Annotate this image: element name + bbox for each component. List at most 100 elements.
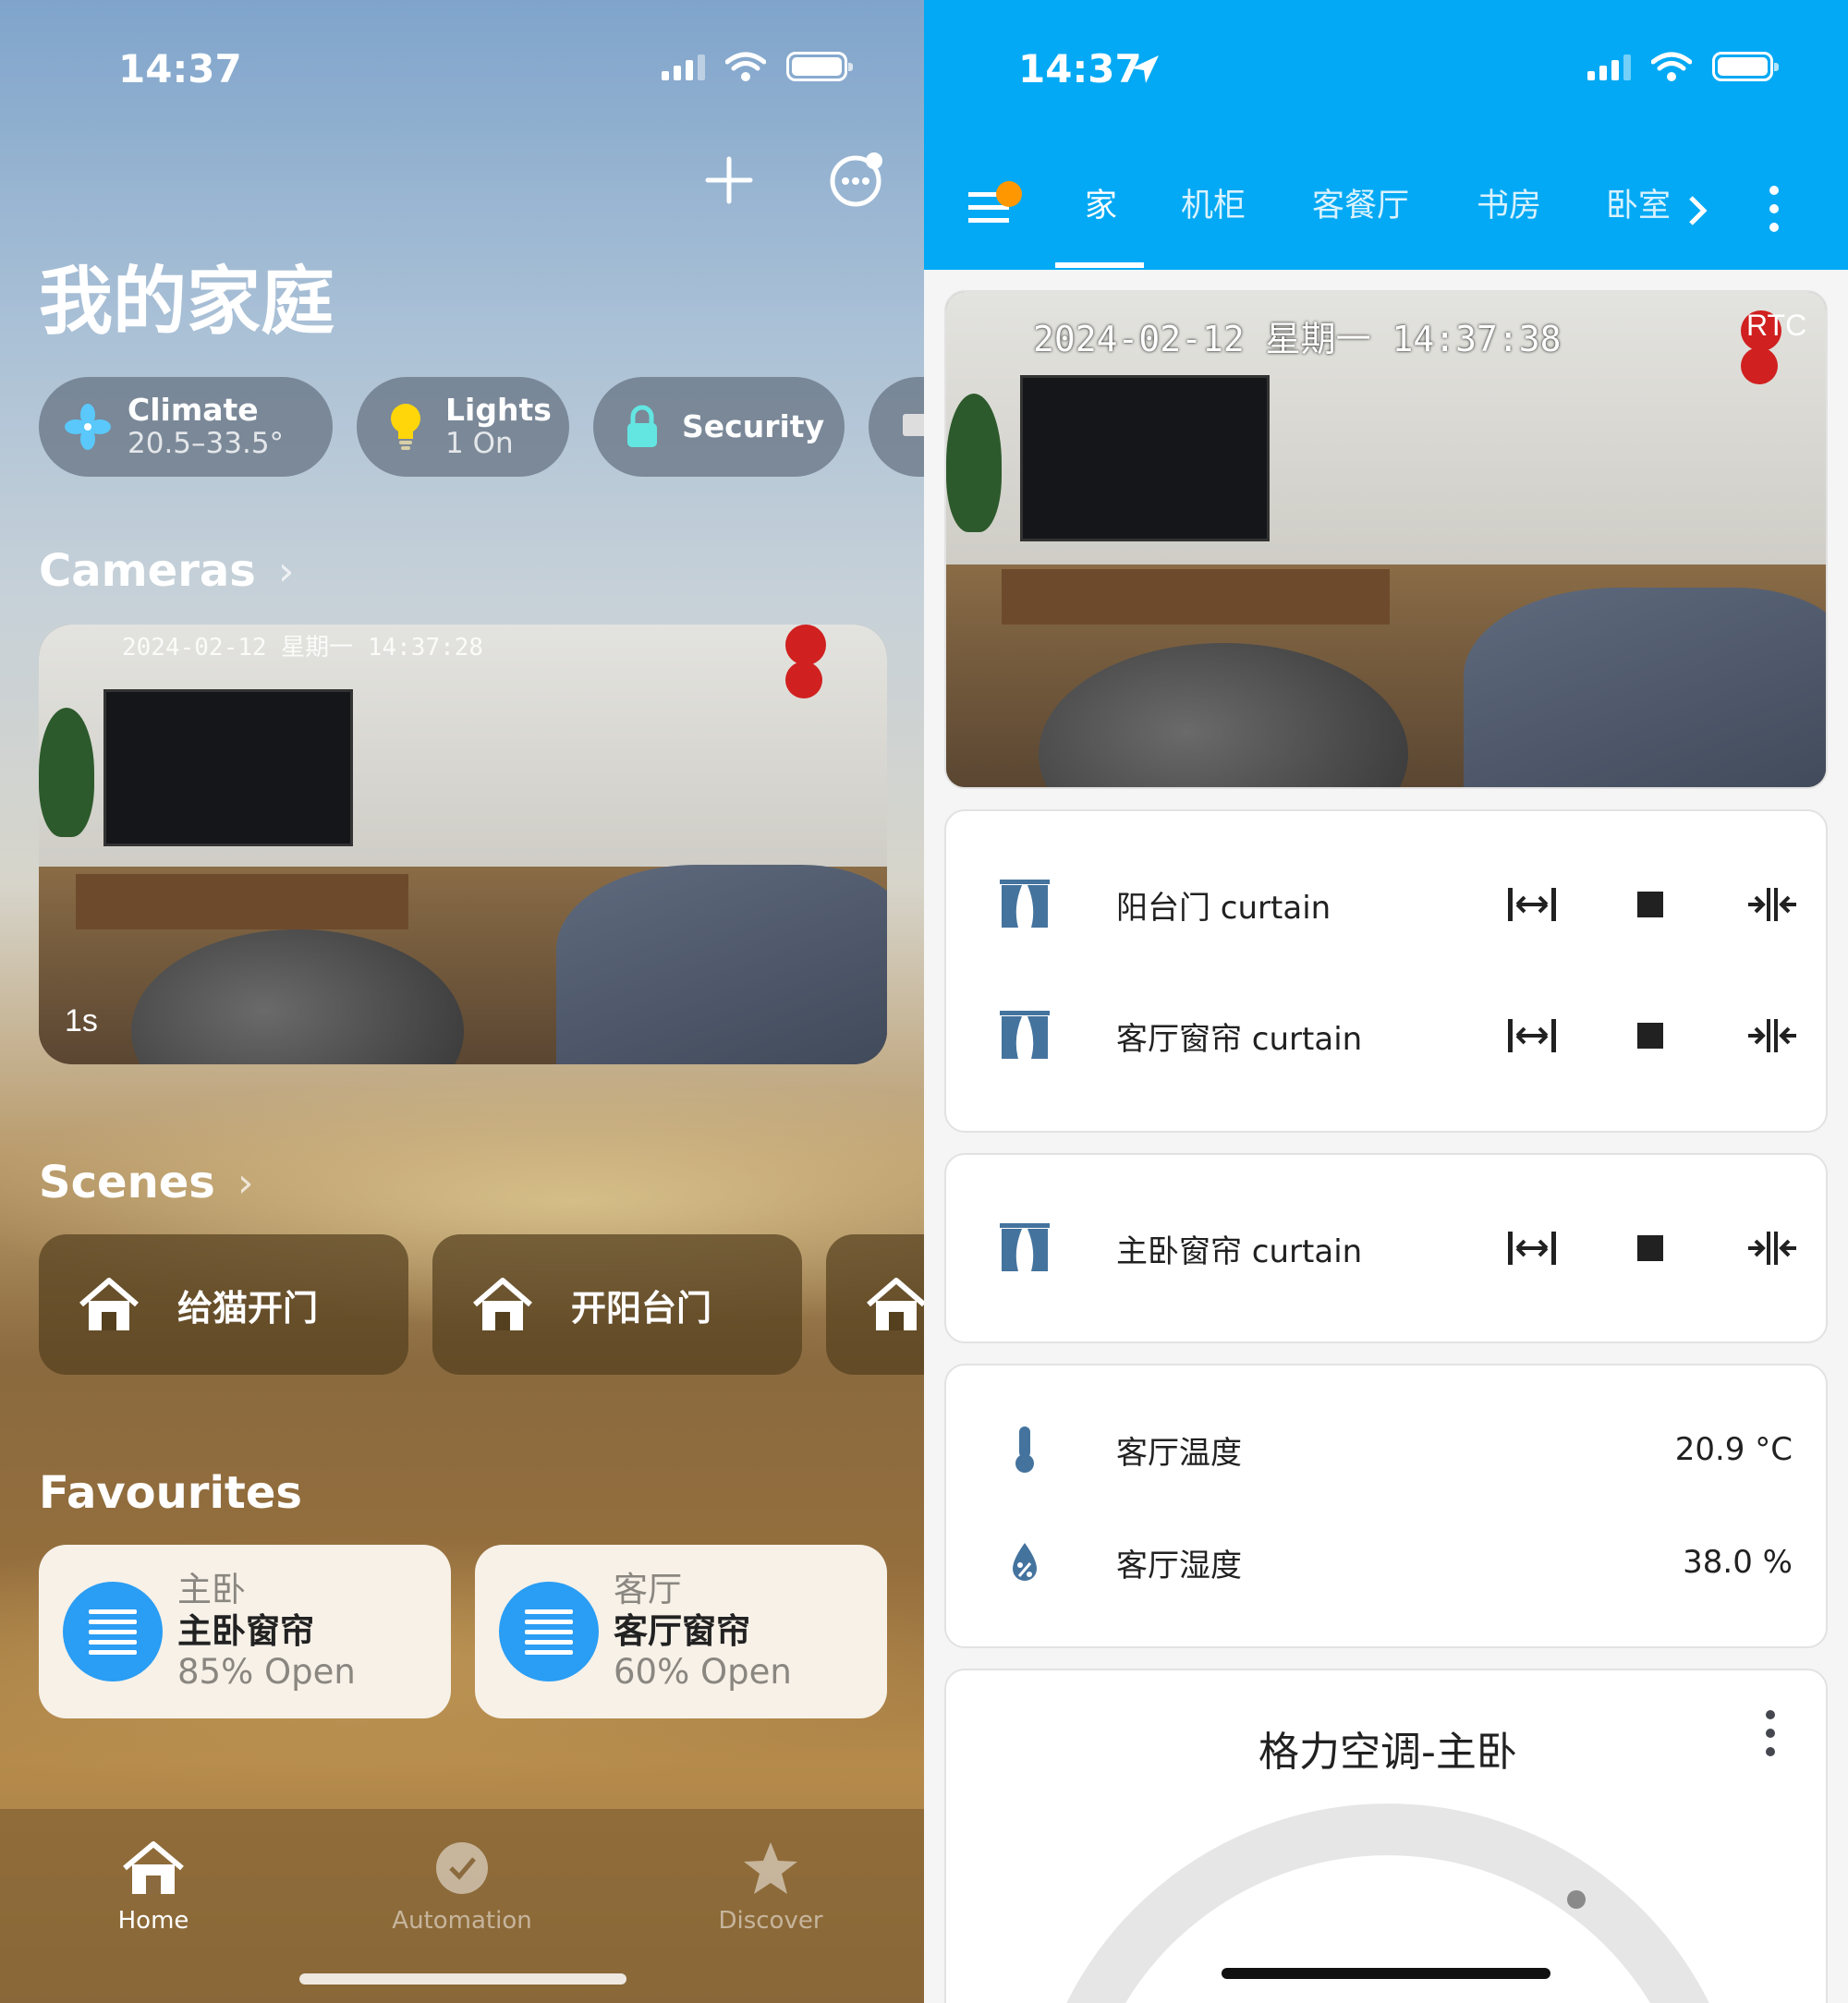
tab-label: Automation	[392, 1907, 532, 1935]
scene-button-overflow[interactable]	[826, 1234, 924, 1375]
more-options-icon[interactable]	[828, 150, 887, 209]
camera-plant	[946, 394, 1002, 532]
open-curtain-button[interactable]	[1504, 1008, 1560, 1063]
favourite-status: 85% Open	[177, 1652, 356, 1693]
tab-bedroom[interactable]: 卧室	[1606, 179, 1671, 226]
camera-tv	[1020, 375, 1270, 541]
camera-age: 1s	[65, 1003, 98, 1038]
camera-feed[interactable]: 2024-02-12 星期一 14:37:38 RTC	[944, 290, 1828, 789]
status-time: 14:37	[1018, 46, 1142, 91]
overflow-menu-icon[interactable]	[1767, 185, 1781, 233]
chevron-right-icon: ›	[277, 547, 295, 595]
entity-name: 主卧窗帘 curtain	[1116, 1232, 1363, 1270]
menu-icon[interactable]	[965, 181, 1024, 237]
favourite-status: 60% Open	[614, 1652, 792, 1693]
arrow-collapse-horizontal-icon	[1748, 888, 1796, 921]
favourite-tile[interactable]: 客厅 客厅窗帘 60% Open	[475, 1545, 887, 1718]
favourite-tile[interactable]: 主卧 主卧窗帘 85% Open	[39, 1545, 451, 1718]
window-blind-icon[interactable]	[63, 1582, 163, 1681]
entity-name: 客厅窗帘 curtain	[1116, 1020, 1363, 1058]
wifi-icon	[725, 52, 766, 81]
curtain-card: 阳台门 curtain 客厅窗帘 curtain	[944, 809, 1828, 1133]
thermostat-card: 格力空调-主卧	[944, 1669, 1828, 2003]
camera-lantern	[785, 625, 826, 665]
scene-button[interactable]: 开阳台门	[432, 1234, 802, 1375]
house-icon	[43, 1835, 264, 1901]
favourite-room: 客厅	[614, 1570, 682, 1610]
thermostat-title: 格力空调-主卧	[1258, 1729, 1517, 1776]
open-curtain-button[interactable]	[1504, 877, 1560, 932]
tab-cabinet[interactable]: 机柜	[1181, 179, 1246, 226]
star-icon	[660, 1835, 881, 1901]
stop-curtain-button[interactable]	[1623, 877, 1678, 932]
sensor-row[interactable]: 客厅温度 20.9 °C	[946, 1408, 1830, 1491]
cellular-signal-icon	[1587, 53, 1631, 80]
chip-overflow[interactable]	[869, 377, 924, 477]
tab-dining[interactable]: 客餐厅	[1312, 179, 1409, 226]
wifi-icon	[1651, 52, 1692, 81]
stop-curtain-button[interactable]	[1623, 1220, 1678, 1276]
close-curtain-button[interactable]	[1745, 1220, 1800, 1276]
thermometer-icon	[1015, 1426, 1034, 1473]
tab-label: Home	[117, 1907, 189, 1935]
lock-icon	[617, 402, 667, 452]
entity-name: 客厅温度	[1116, 1434, 1242, 1472]
battery-icon	[786, 52, 853, 81]
camera-sofa	[556, 865, 887, 1064]
favourites-header: Favourites	[39, 1467, 302, 1519]
chip-climate[interactable]: Climate 20.5–33.5°	[39, 377, 333, 477]
cameras-header[interactable]: Cameras ›	[39, 545, 294, 597]
tab-automation[interactable]: Automation	[351, 1809, 573, 1935]
status-time: 14:37	[118, 46, 242, 91]
arrow-expand-horizontal-icon	[1508, 1019, 1556, 1052]
chip-security[interactable]: Security	[593, 377, 845, 477]
arrow-expand-horizontal-icon	[1508, 1232, 1556, 1265]
stop-curtain-button[interactable]	[1623, 1008, 1678, 1063]
sensor-row[interactable]: 客厅湿度 38.0 %	[946, 1521, 1830, 1604]
chip-lights[interactable]: Lights 1 On	[357, 377, 569, 477]
stop-icon	[1637, 1235, 1663, 1261]
close-curtain-button[interactable]	[1745, 877, 1800, 932]
tab-home[interactable]: 家	[1085, 179, 1117, 226]
close-curtain-button[interactable]	[1745, 1008, 1800, 1063]
open-curtain-button[interactable]	[1504, 1220, 1560, 1276]
camera-feed[interactable]: 2024-02-12 星期一 14:37:28 1s	[39, 625, 887, 1064]
chip-sub: 20.5–33.5°	[128, 427, 285, 461]
entity-name: 客厅湿度	[1116, 1547, 1242, 1584]
curtains-icon[interactable]	[1000, 880, 1050, 929]
camera-sofa	[1464, 588, 1826, 787]
tab-discover[interactable]: Discover	[660, 1809, 881, 1935]
favourite-room: 主卧	[177, 1570, 246, 1610]
scene-button[interactable]: 给猫开门	[39, 1234, 408, 1375]
checkmark-clock-icon	[351, 1835, 573, 1901]
lightbulb-icon	[381, 402, 431, 452]
entity-name: 阳台门 curtain	[1116, 889, 1331, 927]
scenes-header[interactable]: Scenes ›	[39, 1157, 253, 1208]
home-assistant-screen: 14:37 家 机柜 客餐厅 书房 卧室 2024-02-12 星期一 14:3…	[924, 0, 1848, 2003]
chip-label: Lights	[445, 392, 552, 429]
active-tab-indicator	[1055, 262, 1144, 268]
tab-home[interactable]: Home	[43, 1809, 264, 1935]
battery-icon	[1712, 52, 1779, 81]
arrow-collapse-horizontal-icon	[1748, 1019, 1796, 1052]
camera-plant	[39, 708, 94, 837]
window-blind-icon[interactable]	[499, 1582, 599, 1681]
tab-study[interactable]: 书房	[1477, 179, 1541, 226]
stop-icon	[1637, 892, 1663, 917]
chevron-right-icon[interactable]	[1687, 194, 1709, 227]
curtains-icon[interactable]	[1000, 1223, 1050, 1273]
view-tabs: 家 机柜 客餐厅 书房 卧室	[924, 148, 1848, 270]
arrow-expand-horizontal-icon	[1508, 888, 1556, 921]
favourite-name: 客厅窗帘	[614, 1610, 750, 1651]
card-menu-icon[interactable]	[1763, 1709, 1778, 1757]
scene-label: 开阳台门	[571, 1287, 712, 1329]
curtains-icon[interactable]	[1000, 1011, 1050, 1061]
camera-lantern	[785, 662, 822, 698]
favourite-name: 主卧窗帘	[177, 1610, 314, 1651]
status-icons	[662, 51, 853, 82]
app-header: 14:37 家 机柜 客餐厅 书房 卧室	[924, 0, 1848, 270]
chip-label: Climate	[128, 392, 259, 429]
camera-cabinet	[1002, 569, 1390, 625]
add-icon[interactable]	[704, 155, 754, 205]
device-icon	[893, 402, 924, 452]
